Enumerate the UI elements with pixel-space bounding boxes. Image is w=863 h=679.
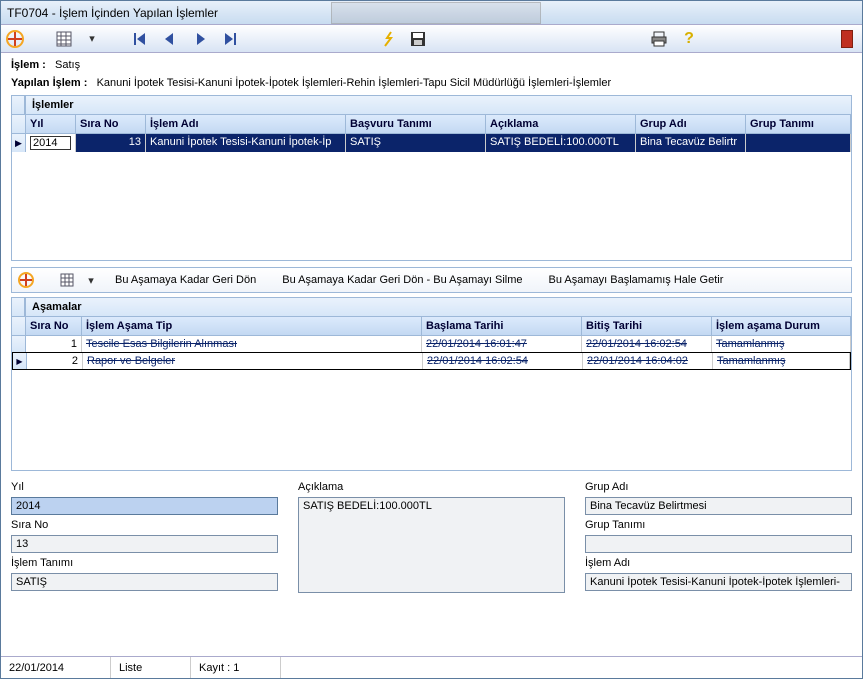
- col-basvuru[interactable]: Başvuru Tanımı: [346, 115, 486, 134]
- aciklama-cell: SATIŞ BEDELİ:100.000TL: [486, 134, 636, 152]
- col2-tip[interactable]: İşlem Aşama Tip: [82, 317, 422, 336]
- sira-label: Sıra No: [11, 519, 278, 531]
- islem-adi-field[interactable]: [585, 573, 852, 591]
- grid-dropdown-icon[interactable]: ▾: [83, 28, 101, 50]
- col-aciklama[interactable]: Açıklama: [486, 115, 636, 134]
- app-logo-icon-2: [16, 270, 36, 290]
- app-logo-icon: [5, 29, 25, 49]
- main-toolbar: ▾ ?: [1, 25, 862, 53]
- asama-sira-cell: 1: [26, 336, 82, 352]
- sira-field[interactable]: [11, 535, 278, 553]
- window-title: TF0704 - İşlem İçinden Yapılan İşlemler: [7, 6, 218, 20]
- sira-cell: 13: [76, 134, 146, 152]
- grid-icon[interactable]: [53, 28, 75, 50]
- col-sira-no[interactable]: Sıra No: [76, 115, 146, 134]
- islem-label: İşlem :: [11, 59, 46, 71]
- asamalar-section-title: Aşamalar: [25, 297, 852, 317]
- col2-sira[interactable]: Sıra No: [26, 317, 82, 336]
- asama-durum-cell: Tamamlanmış: [713, 353, 850, 369]
- islem-tanimi-field[interactable]: [11, 573, 278, 591]
- col-islem-adi[interactable]: İşlem Adı: [146, 115, 346, 134]
- baslamamis-button[interactable]: Bu Aşamayı Başlamamış Hale Getir: [538, 271, 735, 289]
- aciklama-label: Açıklama: [298, 481, 565, 493]
- detail-form: Yıl Sıra No İşlem Tanımı Açıklama SATIŞ …: [11, 481, 852, 593]
- grup-adi-label: Grup Adı: [585, 481, 852, 493]
- asama-durum-cell: Tamamlanmış: [712, 336, 851, 352]
- next-record-icon[interactable]: [189, 28, 211, 50]
- aciklama-field[interactable]: SATIŞ BEDELİ:100.000TL: [298, 497, 565, 593]
- geri-don-silme-button[interactable]: Bu Aşamaya Kadar Geri Dön - Bu Aşamayı S…: [271, 271, 533, 289]
- asama-bitis-cell: 22/01/2014 16:04:02: [583, 353, 713, 369]
- asama-tip-cell: Rapor ve Belgeler: [83, 353, 423, 369]
- asama-bitis-cell: 22/01/2014 16:02:54: [582, 336, 712, 352]
- save-icon[interactable]: [407, 28, 429, 50]
- col2-bitis[interactable]: Bitiş Tarihi: [582, 317, 712, 336]
- asamalar-grid[interactable]: Sıra No İşlem Aşama Tip Başlama Tarihi B…: [11, 317, 852, 471]
- status-kayit: Kayıt : 1: [191, 657, 281, 678]
- asamalar-toolbar: ▾ Bu Aşamaya Kadar Geri Dön Bu Aşamaya K…: [11, 267, 852, 293]
- islemler-row[interactable]: ▶ 13 Kanuni İpotek Tesisi-Kanuni İpotek-…: [12, 134, 851, 152]
- col2-baslama[interactable]: Başlama Tarihi: [422, 317, 582, 336]
- islem-adi-cell: Kanuni İpotek Tesisi-Kanuni İpotek-İp: [146, 134, 346, 152]
- grup-tanimi-field[interactable]: [585, 535, 852, 553]
- islem-value: Satış: [55, 59, 80, 71]
- statusbar: 22/01/2014 Liste Kayıt : 1: [1, 656, 862, 678]
- asama-tip-cell: Tescile Esas Bilgilerin Alınması: [82, 336, 422, 352]
- yapilan-islem-label: Yapılan İşlem :: [11, 77, 87, 89]
- islemler-section-title: İşlemler: [25, 95, 852, 115]
- islemler-grid-header: Yıl Sıra No İşlem Adı Başvuru Tanımı Açı…: [12, 115, 851, 134]
- basvuru-cell: SATIŞ: [346, 134, 486, 152]
- asamalar-grid-header: Sıra No İşlem Aşama Tip Başlama Tarihi B…: [12, 317, 851, 336]
- close-button[interactable]: [836, 28, 858, 50]
- status-mode: Liste: [111, 657, 191, 678]
- help-icon[interactable]: ?: [678, 28, 700, 50]
- geri-don-button[interactable]: Bu Aşamaya Kadar Geri Dön: [104, 271, 267, 289]
- first-record-icon[interactable]: [129, 28, 151, 50]
- last-record-icon[interactable]: [219, 28, 241, 50]
- grid-dropdown-icon-2[interactable]: ▾: [82, 269, 100, 291]
- islemler-grid[interactable]: Yıl Sıra No İşlem Adı Başvuru Tanımı Açı…: [11, 115, 852, 261]
- islem-info: İşlem : Satış: [1, 53, 862, 77]
- col-yil[interactable]: Yıl: [26, 115, 76, 134]
- print-icon[interactable]: [648, 28, 670, 50]
- asama-sira-cell: 2: [27, 353, 83, 369]
- asamalar-row[interactable]: 1 Tescile Esas Bilgilerin Alınması 22/01…: [12, 336, 851, 352]
- asamalar-row[interactable]: 2 Rapor ve Belgeler 22/01/2014 16:02:54 …: [12, 352, 851, 370]
- grup-tanimi-cell: [746, 134, 851, 152]
- col-grup-adi[interactable]: Grup Adı: [636, 115, 746, 134]
- islem-adi-label: İşlem Adı: [585, 557, 852, 569]
- grup-adi-field[interactable]: [585, 497, 852, 515]
- execute-icon[interactable]: [377, 28, 399, 50]
- yapilan-islem-value: Kanuni İpotek Tesisi-Kanuni İpotek-İpote…: [97, 77, 612, 89]
- yapilan-islem-info: Yapılan İşlem : Kanuni İpotek Tesisi-Kan…: [1, 77, 862, 95]
- background-tab: [331, 2, 541, 24]
- col2-durum[interactable]: İşlem aşama Durum: [712, 317, 851, 336]
- yil-cell-input[interactable]: [30, 136, 71, 150]
- yil-label: Yıl: [11, 481, 278, 493]
- status-date: 22/01/2014: [1, 657, 111, 678]
- yil-field[interactable]: [11, 497, 278, 515]
- grup-adi-cell: Bina Tecavüz Belirtr: [636, 134, 746, 152]
- islem-tanimi-label: İşlem Tanımı: [11, 557, 278, 569]
- asama-baslama-cell: 22/01/2014 16:02:54: [423, 353, 583, 369]
- col-grup-tanimi[interactable]: Grup Tanımı: [746, 115, 851, 134]
- prev-record-icon[interactable]: [159, 28, 181, 50]
- asama-baslama-cell: 22/01/2014 16:01:47: [422, 336, 582, 352]
- grup-tanimi-label: Grup Tanımı: [585, 519, 852, 531]
- grid-icon-2[interactable]: [56, 269, 78, 291]
